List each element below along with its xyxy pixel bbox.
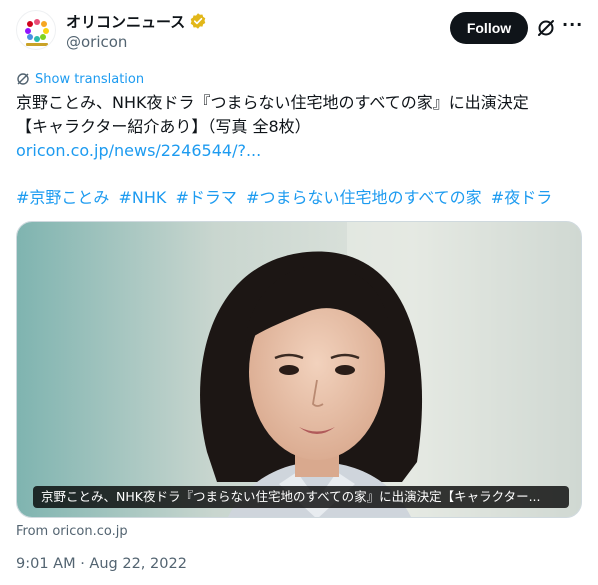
handle[interactable]: @oricon — [66, 33, 207, 51]
media-card[interactable]: 京野ことみ、NHK夜ドラ『つまらない住宅地のすべての家』に出演決定【キャラクター… — [16, 221, 582, 518]
display-name[interactable]: オリコンニュース — [66, 11, 185, 32]
portrait-photo — [17, 222, 581, 517]
tweet-line-1: 京野ことみ、NHK夜ドラ『つまらない住宅地のすべての家』に出演決定 — [16, 93, 529, 112]
grok-icon[interactable] — [536, 18, 556, 38]
tweet-link[interactable]: oricon.co.jp/news/2246544/?... — [16, 139, 582, 163]
media-caption: 京野ことみ、NHK夜ドラ『つまらない住宅地のすべての家』に出演決定【キャラクター… — [33, 486, 569, 508]
link-source[interactable]: From oricon.co.jp — [16, 524, 128, 539]
tweet-text: 京野ことみ、NHK夜ドラ『つまらない住宅地のすべての家』に出演決定 【キャラクタ… — [16, 91, 582, 163]
hashtag[interactable]: #NHK — [119, 188, 167, 207]
hashtag[interactable]: #ドラマ — [176, 188, 237, 207]
show-translation-link[interactable]: Show translation — [16, 70, 144, 88]
follow-button[interactable]: Follow — [450, 12, 528, 44]
tweet-header: オリコンニュース @oricon Follow ··· — [16, 10, 582, 54]
translate-icon — [17, 73, 29, 85]
tweet-timestamp[interactable]: 9:01 AM · Aug 22, 2022 — [16, 556, 187, 572]
show-translation-label: Show translation — [35, 71, 145, 87]
hashtag[interactable]: #京野ことみ — [16, 188, 109, 207]
hashtag[interactable]: #夜ドラ — [491, 188, 552, 207]
hashtag[interactable]: #つまらない住宅地のすべての家 — [246, 188, 482, 207]
oricon-logo-icon — [25, 19, 49, 46]
tweet-line-2: 【キャラクター紹介あり】（写真 全8枚） — [16, 117, 311, 136]
hashtag-list: #京野ことみ #NHK #ドラマ #つまらない住宅地のすべての家 #夜ドラ — [16, 186, 556, 210]
avatar[interactable] — [16, 10, 56, 50]
more-options-icon[interactable]: ··· — [562, 16, 582, 36]
verified-badge-icon — [190, 13, 206, 29]
